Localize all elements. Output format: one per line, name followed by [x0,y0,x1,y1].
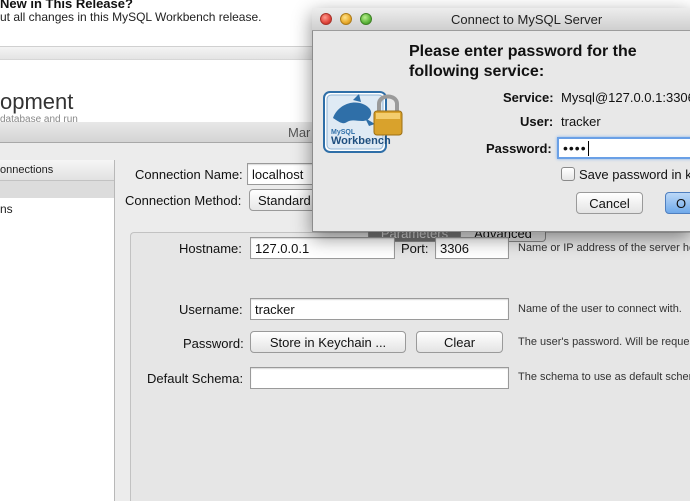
connection-method-select[interactable]: Standard [249,189,319,211]
port-label: Port: [401,241,429,256]
clear-password-button[interactable]: Clear [416,331,503,353]
username-label: Username: [179,302,243,317]
connections-sidebar [0,160,115,501]
dialog-password-input[interactable]: •••• [557,137,690,159]
connection-name-input[interactable]: localhost [247,163,317,185]
hostname-input[interactable]: 127.0.0.1 [250,237,395,259]
password-label: Password: [183,336,244,351]
workbench-logo: MySQL Workbench [323,88,403,154]
default-schema-hint: The schema to use as default schem [518,371,690,383]
store-in-keychain-button[interactable]: Store in Keychain ... [250,331,406,353]
save-password-label[interactable]: Save password in ke [579,167,690,182]
window-zoom-button[interactable] [360,13,372,25]
cancel-button[interactable]: Cancel [576,192,643,214]
service-label: Service: [503,90,554,105]
window-minimize-button[interactable] [340,13,352,25]
connection-method-label: Connection Method: [125,193,242,208]
sidebar-item[interactable]: ns [0,202,13,216]
dialog-password-label: Password: [486,141,552,156]
save-password-checkbox[interactable] [561,167,575,181]
username-input[interactable]: tracker [250,298,509,320]
dialog-prompt: Please enter password for the following … [409,43,637,80]
window-close-button[interactable] [320,13,332,25]
default-schema-input[interactable] [250,367,509,389]
ok-button[interactable]: O [665,192,690,214]
hostname-hint: Name or IP address of the server ho [518,242,690,254]
development-heading: opment [0,89,74,114]
username-hint: Name of the user to connect with. [518,303,682,315]
user-label: User: [520,114,554,129]
connection-name-label: Connection Name: [135,167,243,182]
service-value: Mysql@127.0.0.1:3306 [561,90,690,105]
logo-brand-large: Workbench [331,135,391,147]
password-hint: The user's password. Will be reques [518,336,690,348]
connections-header-label: onnections [0,164,54,176]
hostname-label: Hostname: [179,241,242,256]
port-input[interactable]: 3306 [435,237,509,259]
connection-list-item-selected[interactable] [0,181,114,198]
user-value: tracker [561,114,601,129]
password-mask: •••• [563,140,587,156]
text-caret [587,140,589,156]
manager-title: Mar [288,125,311,140]
default-schema-label: Default Schema: [147,371,244,386]
release-changes-text: ut all changes in this MySQL Workbench r… [0,10,262,24]
dialog-title: Connect to MySQL Server [451,12,603,27]
dolphin-lock-icon: MySQL Workbench [323,91,403,153]
